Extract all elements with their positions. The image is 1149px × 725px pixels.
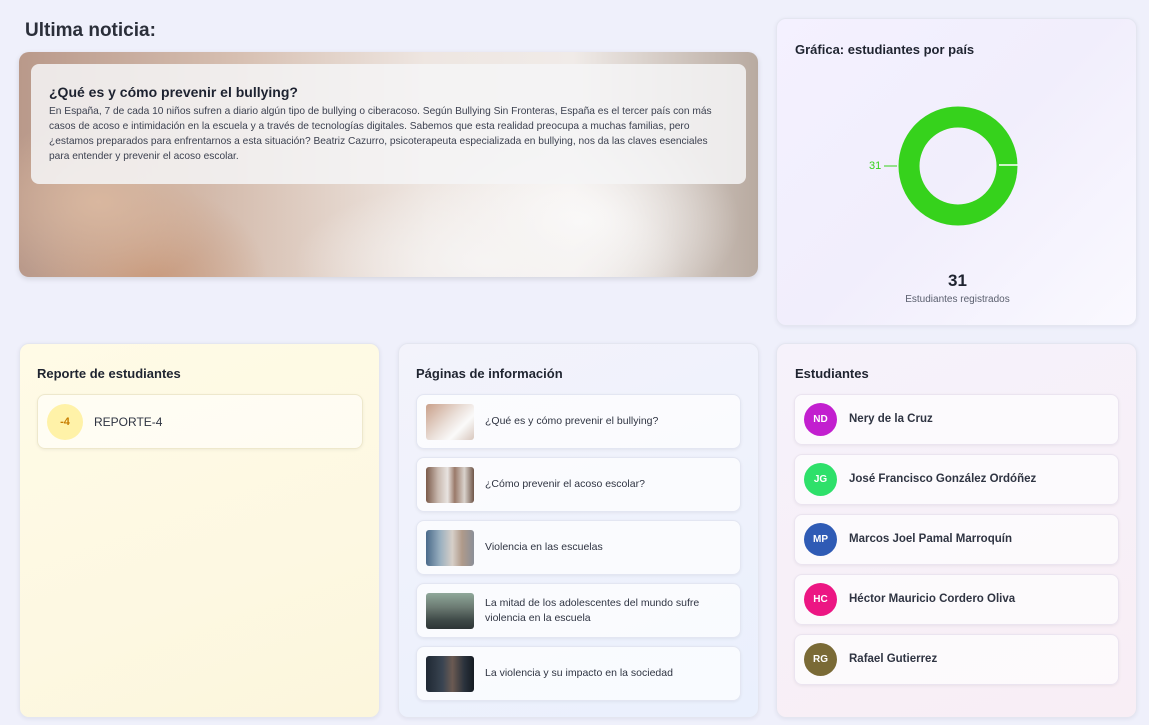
avatar: RG [804,643,837,676]
info-page-item[interactable]: La mitad de los adolescentes del mundo s… [416,583,741,638]
avatar: ND [804,403,837,436]
report-label: REPORTE-4 [94,415,163,429]
info-page-item[interactable]: ¿Qué es y cómo prevenir el bullying? [416,394,741,449]
article-thumbnail [426,593,474,629]
donut-slice-label: 31 [869,160,881,172]
students-title: Estudiantes [795,366,869,381]
info-page-label: La violencia y su impacto en la sociedad [485,667,673,679]
student-name: José Francisco González Ordóñez [849,473,1037,485]
student-item[interactable]: MP Marcos Joel Pamal Marroquín [794,514,1119,565]
students-card: Estudiantes ND Nery de la Cruz JG José F… [776,343,1137,718]
info-pages-card: Páginas de información ¿Qué es y cómo pr… [398,343,759,718]
donut-slice[interactable] [898,106,1018,226]
avatar: HC [804,583,837,616]
student-name: Nery de la Cruz [849,413,933,425]
info-page-label: ¿Cómo prevenir el acoso escolar? [485,478,645,490]
info-pages-title: Páginas de información [416,366,563,381]
student-item[interactable]: ND Nery de la Cruz [794,394,1119,445]
student-name: Héctor Mauricio Cordero Oliva [849,593,1016,605]
student-name: Marcos Joel Pamal Marroquín [849,533,1012,545]
info-page-label: La mitad de los adolescentes del mundo s… [485,596,700,624]
report-item[interactable]: -4 REPORTE-4 [37,394,363,449]
news-section-title: Ultima noticia: [25,20,156,41]
student-item[interactable]: JG José Francisco González Ordóñez [794,454,1119,505]
info-page-item[interactable]: La violencia y su impacto en la sociedad [416,646,741,701]
article-thumbnail [426,530,474,566]
students-total: 31 [948,271,967,290]
student-name: Rafael Gutierrez [849,653,938,665]
info-page-label: Violencia en las escuelas [485,541,603,553]
avatar: JG [804,463,837,496]
report-card: Reporte de estudiantes -4 REPORTE-4 [19,343,380,718]
chart-card: Gráfica: estudiantes por país 31 31 Estu… [776,18,1137,326]
avatar: MP [804,523,837,556]
report-badge: -4 [47,404,83,440]
info-page-item[interactable]: Violencia en las escuelas [416,520,741,575]
info-page-item[interactable]: ¿Cómo prevenir el acoso escolar? [416,457,741,512]
donut-chart: 31 [869,106,1018,226]
news-headline[interactable]: ¿Qué es y cómo prevenir el bullying? [49,84,728,100]
students-total-label: Estudiantes registrados [905,294,1010,305]
article-thumbnail [426,656,474,692]
news-body: En España, 7 de cada 10 niños sufren a d… [49,106,712,162]
student-item[interactable]: RG Rafael Gutierrez [794,634,1119,685]
student-item[interactable]: HC Héctor Mauricio Cordero Oliva [794,574,1119,625]
article-thumbnail [426,467,474,503]
report-title: Reporte de estudiantes [37,366,181,381]
article-thumbnail [426,404,474,440]
news-banner[interactable]: ¿Qué es y cómo prevenir el bullying? En … [19,52,758,277]
news-card[interactable]: ¿Qué es y cómo prevenir el bullying? En … [31,64,746,184]
info-page-label: ¿Qué es y cómo prevenir el bullying? [485,415,659,427]
